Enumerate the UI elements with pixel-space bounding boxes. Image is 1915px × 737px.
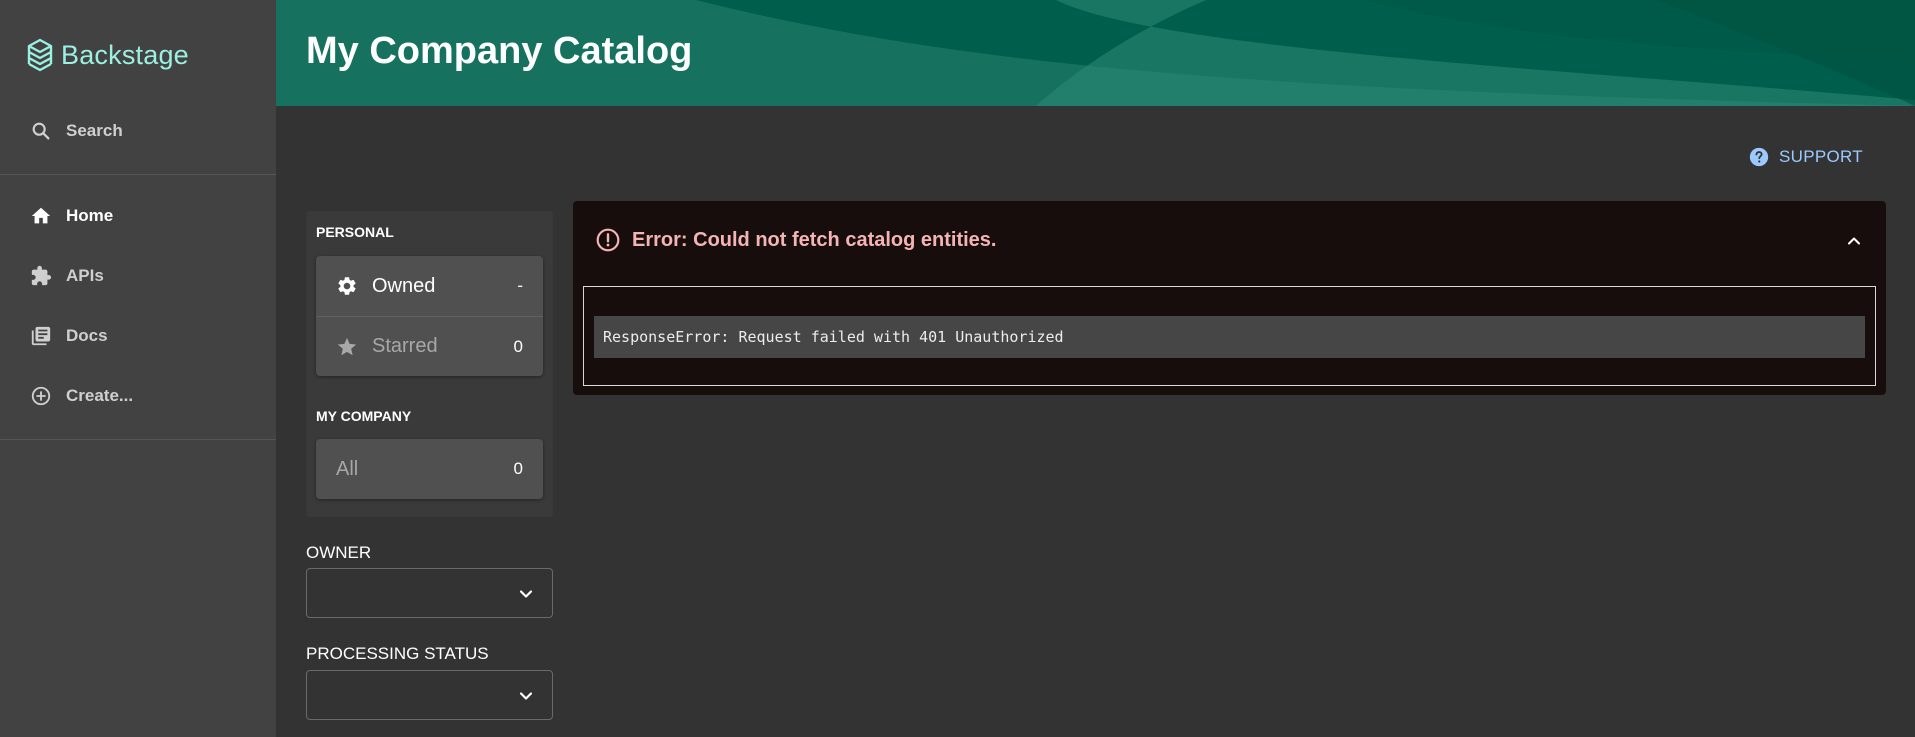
- processing-status-label: PROCESSING STATUS: [306, 644, 489, 663]
- sidebar-divider: [0, 174, 276, 175]
- support-button[interactable]: SUPPORT: [1748, 146, 1863, 168]
- filter-label: Starred: [372, 335, 438, 357]
- error-details: ResponseError: Request failed with 401 U…: [583, 286, 1876, 386]
- sidebar-item-apis[interactable]: APIs: [0, 252, 276, 300]
- star-icon: [337, 337, 357, 355]
- error-header: Error: Could not fetch catalog entities.: [595, 227, 996, 253]
- error-panel: Error: Could not fetch catalog entities.…: [573, 201, 1886, 395]
- chevron-up-icon: [1848, 237, 1860, 245]
- processing-status-select[interactable]: [306, 670, 553, 720]
- docs-icon: [31, 326, 51, 346]
- chevron-down-icon: [519, 590, 533, 598]
- search-icon: [32, 122, 50, 140]
- add-circle-icon: [31, 386, 51, 406]
- home-icon: [31, 207, 51, 224]
- filter-count: 0: [513, 336, 523, 356]
- sidebar-item-label: APIs: [66, 266, 104, 285]
- error-outline-icon: [596, 228, 620, 252]
- sidebar-item-label: Docs: [66, 326, 108, 345]
- support-label: SUPPORT: [1779, 147, 1863, 166]
- personal-filter-group: Owned - Starred 0: [316, 256, 543, 376]
- chevron-down-icon: [519, 692, 533, 700]
- sidebar-item-create[interactable]: Create...: [0, 372, 276, 420]
- company-filter-group: All 0: [316, 439, 543, 499]
- error-message: ResponseError: Request failed with 401 U…: [594, 316, 1865, 358]
- page-header: My Company Catalog: [276, 0, 1915, 106]
- help-circle-icon: [1749, 147, 1769, 167]
- filter-all[interactable]: All 0: [316, 439, 543, 499]
- sidebar-item-docs[interactable]: Docs: [0, 312, 276, 360]
- sidebar-search-label: Search: [66, 121, 123, 140]
- owner-label: OWNER: [306, 543, 372, 562]
- sidebar-item-label: Create...: [66, 386, 134, 405]
- collapse-button[interactable]: [1844, 231, 1864, 256]
- user-list-filter: PERSONAL Owned - Starred 0 MY COMPANY Al…: [306, 211, 553, 517]
- backstage-logo-icon: [27, 38, 53, 72]
- sidebar-divider: [0, 439, 276, 440]
- sidebar-search[interactable]: Search: [0, 110, 276, 152]
- error-title: Error: Could not fetch catalog entities.: [632, 228, 997, 251]
- gear-icon: [338, 277, 356, 295]
- filter-starred[interactable]: Starred 0: [316, 316, 543, 376]
- sidebar-item-home[interactable]: Home: [0, 192, 276, 240]
- filter-label: All: [336, 457, 359, 480]
- filter-count: -: [517, 276, 523, 295]
- sidebar: Backstage Search Home APIs Docs Create..…: [0, 0, 276, 737]
- puzzle-icon: [31, 265, 52, 286]
- owner-select[interactable]: [306, 568, 553, 618]
- filter-count: 0: [513, 459, 523, 478]
- backstage-logo[interactable]: Backstage: [25, 36, 189, 74]
- filter-label: Owned: [372, 274, 436, 297]
- sidebar-item-label: Home: [66, 206, 114, 225]
- filter-owned[interactable]: Owned -: [316, 256, 543, 316]
- page-title: My Company Catalog: [306, 30, 693, 72]
- company-heading: MY COMPANY: [316, 408, 412, 424]
- logo-text: Backstage: [61, 39, 189, 70]
- personal-heading: PERSONAL: [316, 224, 394, 240]
